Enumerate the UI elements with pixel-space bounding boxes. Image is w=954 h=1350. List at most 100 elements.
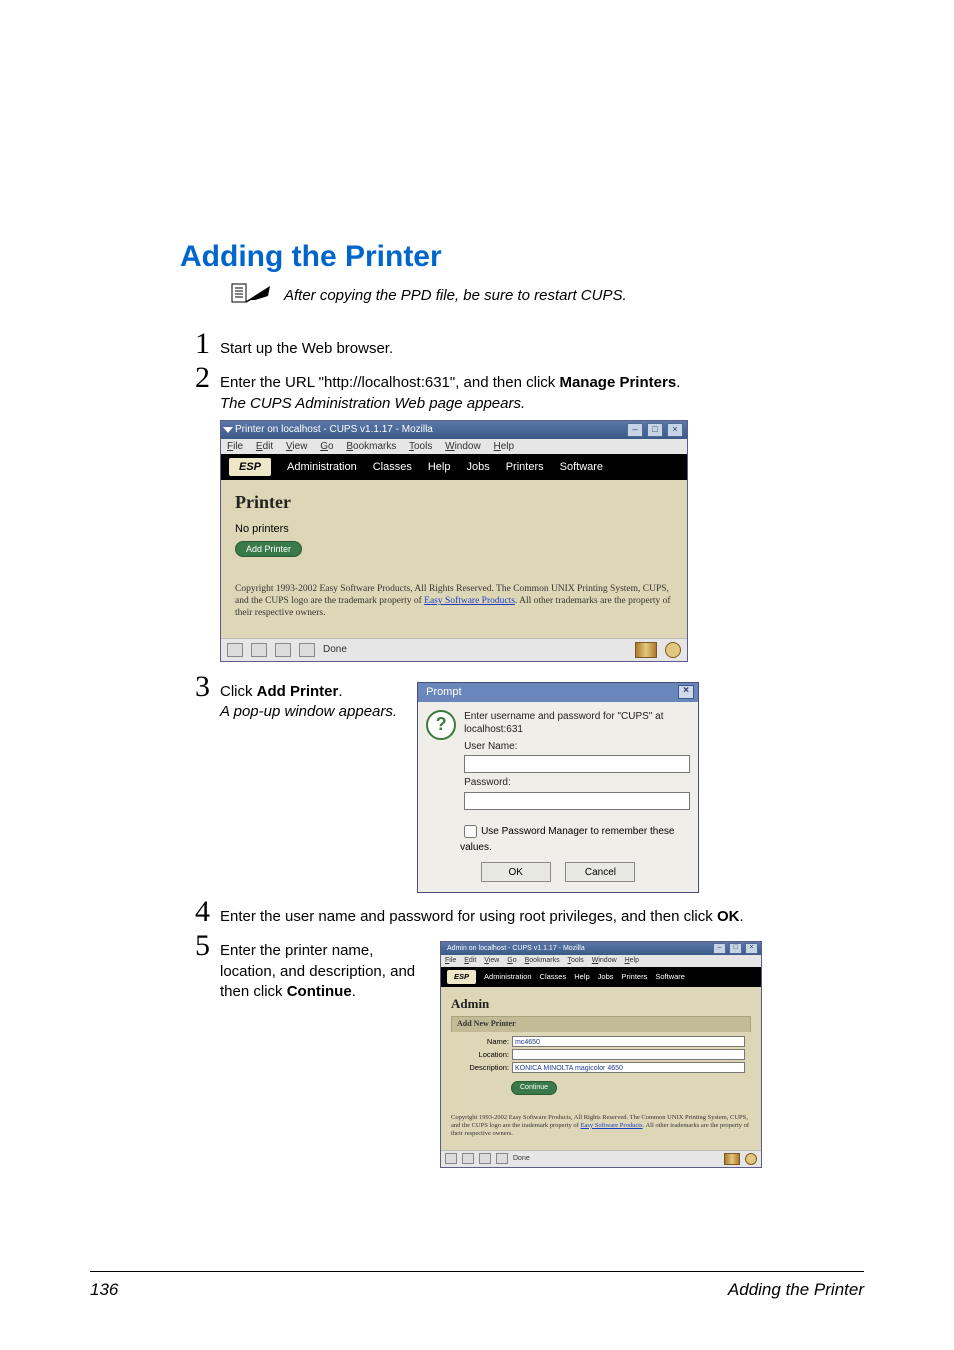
cups-printer-page-screenshot: Printer on localhost - CUPS v1.1.17 - Mo… [220, 420, 688, 662]
step-text-italic: The CUPS Administration Web page appears… [220, 395, 525, 412]
cancel-button[interactable]: Cancel [565, 862, 635, 882]
window-menu-icon [223, 427, 233, 433]
continue-button[interactable]: Continue [511, 1081, 557, 1094]
document-page: Adding the Printer After copying the PPD… [0, 0, 954, 1350]
minimize-button[interactable]: – [713, 943, 726, 954]
menu-window[interactable]: Window [445, 441, 481, 452]
description-label: Description: [457, 1063, 509, 1073]
steps-list: 1 Start up the Web browser. 2 Enter the … [180, 329, 864, 1168]
key-icon [665, 642, 681, 658]
status-text: Done [323, 644, 347, 655]
nav-administration[interactable]: Administration [287, 461, 357, 473]
menu-file[interactable]: File [445, 957, 456, 964]
step-5: 5 Enter the printer name, location, and … [180, 931, 864, 1168]
menu-bar: File Edit View Go Bookmarks Tools Window… [221, 439, 687, 454]
add-printer-button[interactable]: Add Printer [235, 541, 302, 557]
step-4: 4 Enter the user name and password for u… [180, 897, 864, 927]
nav-help[interactable]: Help [574, 972, 589, 982]
name-field[interactable]: mc4650 [512, 1036, 745, 1047]
ok-button[interactable]: OK [481, 862, 551, 882]
menu-bookmarks[interactable]: Bookmarks [525, 957, 560, 964]
admin-heading: Admin [451, 995, 751, 1013]
window-titlebar: Admin on localhost - CUPS v1.1.17 - Mozi… [441, 942, 761, 955]
status-icon [445, 1153, 457, 1164]
remember-checkbox[interactable] [464, 825, 477, 838]
step-number: 3 [180, 672, 210, 702]
admin-page-body: Admin Add New Printer Name: mc4650 Locat… [441, 987, 761, 1150]
menu-help[interactable]: Help [494, 441, 515, 452]
step-text: Enter the printer name, location, and de… [220, 941, 430, 1002]
step-text-bold: OK [717, 908, 740, 925]
admin-browser-window: Admin on localhost - CUPS v1.1.17 - Mozi… [440, 941, 762, 1168]
location-label: Location: [457, 1050, 509, 1060]
step-text: Click Add Printer. A pop-up window appea… [220, 682, 397, 723]
step-1: 1 Start up the Web browser. [180, 329, 864, 359]
maximize-button[interactable]: □ [729, 943, 742, 954]
step-number: 1 [180, 329, 210, 359]
copyright-link[interactable]: Easy Software Products [580, 1122, 642, 1129]
menu-bookmarks[interactable]: Bookmarks [346, 441, 396, 452]
cups-page-body: Printer No printers Add Printer Copyrigh… [221, 480, 687, 638]
nav-printers[interactable]: Printers [622, 972, 648, 982]
nav-administration[interactable]: Administration [484, 972, 532, 982]
username-field[interactable] [464, 755, 690, 773]
maximize-button[interactable]: □ [647, 423, 663, 437]
menu-view[interactable]: View [484, 957, 499, 964]
nav-help[interactable]: Help [428, 461, 451, 473]
nav-jobs[interactable]: Jobs [598, 972, 614, 982]
cups-nav-bar: ESP Administration Classes Help Jobs Pri… [221, 454, 687, 480]
step-text-part: Enter the user name and password for usi… [220, 908, 717, 925]
menu-go[interactable]: Go [320, 441, 333, 452]
menu-go[interactable]: Go [507, 957, 516, 964]
form-row-location: Location: [457, 1049, 745, 1060]
nav-jobs[interactable]: Jobs [466, 461, 489, 473]
minimize-button[interactable]: – [627, 423, 643, 437]
menu-edit[interactable]: Edit [464, 957, 476, 964]
prompt-screenshot: Prompt × ? Enter username and password f… [417, 682, 864, 893]
close-button[interactable]: × [745, 943, 758, 954]
menu-help[interactable]: Help [625, 957, 639, 964]
menu-edit[interactable]: Edit [256, 441, 273, 452]
admin-screenshot: Admin on localhost - CUPS v1.1.17 - Mozi… [440, 941, 864, 1168]
menu-tools[interactable]: Tools [409, 441, 432, 452]
status-icon [299, 643, 315, 657]
password-field[interactable] [464, 792, 690, 810]
close-button[interactable]: × [667, 423, 683, 437]
nav-software[interactable]: Software [560, 461, 603, 473]
note-text: After copying the PPD file, be sure to r… [284, 287, 627, 304]
window-title: Admin on localhost - CUPS v1.1.17 - Mozi… [447, 944, 710, 953]
status-icon [251, 643, 267, 657]
window-titlebar: Printer on localhost - CUPS v1.1.17 - Mo… [221, 421, 687, 439]
step-text-part: Click [220, 683, 257, 700]
lock-icon [724, 1153, 740, 1165]
close-button[interactable]: × [678, 685, 694, 699]
step-text: Start up the Web browser. [220, 329, 864, 359]
step-text-part: . [338, 683, 342, 700]
status-bar: Done [221, 638, 687, 661]
copyright-link[interactable]: Easy Software Products [424, 596, 515, 606]
nav-classes[interactable]: Classes [373, 461, 412, 473]
nav-software[interactable]: Software [655, 972, 685, 982]
form-row-name: Name: mc4650 [457, 1036, 745, 1047]
prompt-fields: Enter username and password for "CUPS" a… [464, 710, 690, 810]
status-icon [275, 643, 291, 657]
menu-window[interactable]: Window [592, 957, 617, 964]
step-number: 2 [180, 363, 210, 393]
location-field[interactable] [512, 1049, 745, 1060]
form-row-description: Description: KONICA MINOLTA magicolor 46… [457, 1062, 745, 1073]
section-heading: Adding the Printer [180, 240, 864, 274]
content-area: Adding the Printer After copying the PPD… [180, 240, 864, 1168]
menu-file[interactable]: File [227, 441, 243, 452]
nav-printers[interactable]: Printers [506, 461, 544, 473]
description-field[interactable]: KONICA MINOLTA magicolor 4650 [512, 1062, 745, 1073]
status-icon [227, 643, 243, 657]
name-label: Name: [457, 1037, 509, 1047]
step-number: 5 [180, 931, 210, 961]
no-printers-text: No printers [235, 523, 673, 535]
window-title: Printer on localhost - CUPS v1.1.17 - Mo… [235, 424, 623, 435]
lock-icon [635, 642, 657, 658]
menu-view[interactable]: View [286, 441, 308, 452]
nav-classes[interactable]: Classes [540, 972, 567, 982]
menu-tools[interactable]: Tools [567, 957, 583, 964]
remember-row: Use Password Manager to remember these v… [418, 818, 698, 857]
